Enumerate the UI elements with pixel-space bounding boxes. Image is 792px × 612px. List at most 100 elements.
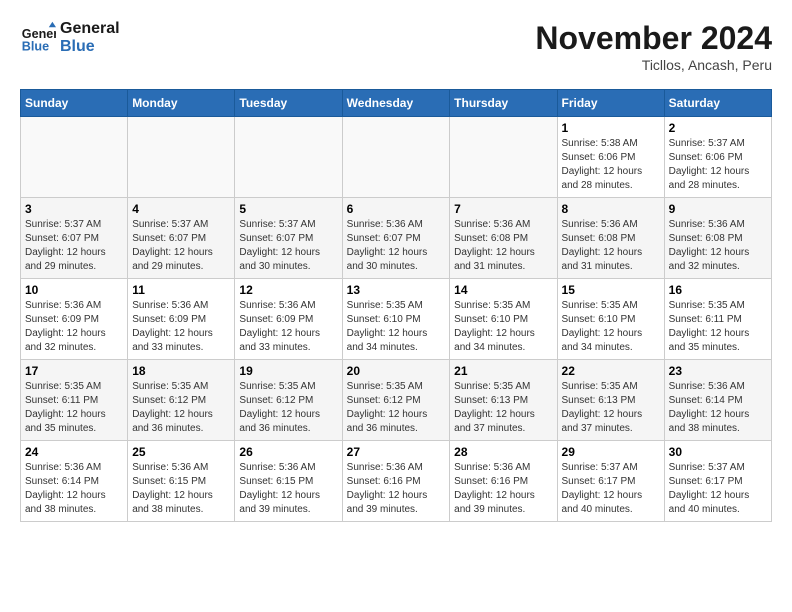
day-info: Sunrise: 5:36 AM Sunset: 6:09 PM Dayligh… (25, 299, 123, 355)
day-number: 21 (454, 364, 552, 378)
calendar-cell (235, 117, 342, 198)
day-info: Sunrise: 5:36 AM Sunset: 6:09 PM Dayligh… (239, 299, 337, 355)
day-number: 12 (239, 283, 337, 297)
day-info: Sunrise: 5:36 AM Sunset: 6:14 PM Dayligh… (25, 461, 123, 517)
day-info: Sunrise: 5:36 AM Sunset: 6:09 PM Dayligh… (132, 299, 230, 355)
weekday-header: Sunday (21, 90, 128, 117)
calendar-table: SundayMondayTuesdayWednesdayThursdayFrid… (20, 89, 772, 522)
day-number: 18 (132, 364, 230, 378)
calendar-cell: 28 Sunrise: 5:36 AM Sunset: 6:16 PM Dayli… (450, 441, 557, 522)
day-number: 15 (562, 283, 660, 297)
day-number: 1 (562, 121, 660, 135)
calendar-cell: 8 Sunrise: 5:36 AM Sunset: 6:08 PM Daylig… (557, 198, 664, 279)
day-info: Sunrise: 5:37 AM Sunset: 6:07 PM Dayligh… (239, 218, 337, 274)
day-number: 29 (562, 445, 660, 459)
calendar-cell: 9 Sunrise: 5:36 AM Sunset: 6:08 PM Daylig… (664, 198, 771, 279)
weekday-header: Wednesday (342, 90, 450, 117)
calendar-cell: 18 Sunrise: 5:35 AM Sunset: 6:12 PM Dayli… (128, 360, 235, 441)
location-subtitle: Ticllos, Ancash, Peru (535, 57, 772, 73)
day-number: 16 (669, 283, 767, 297)
day-number: 2 (669, 121, 767, 135)
day-number: 6 (347, 202, 446, 216)
calendar-cell: 25 Sunrise: 5:36 AM Sunset: 6:15 PM Dayli… (128, 441, 235, 522)
day-number: 23 (669, 364, 767, 378)
day-info: Sunrise: 5:36 AM Sunset: 6:08 PM Dayligh… (454, 218, 552, 274)
page-header: General Blue General Blue November 2024 … (20, 20, 772, 73)
calendar-cell: 2 Sunrise: 5:37 AM Sunset: 6:06 PM Daylig… (664, 117, 771, 198)
day-number: 24 (25, 445, 123, 459)
calendar-cell (21, 117, 128, 198)
day-number: 27 (347, 445, 446, 459)
calendar-cell: 24 Sunrise: 5:36 AM Sunset: 6:14 PM Dayli… (21, 441, 128, 522)
month-title: November 2024 (535, 20, 772, 57)
day-number: 25 (132, 445, 230, 459)
weekday-header-row: SundayMondayTuesdayWednesdayThursdayFrid… (21, 90, 772, 117)
day-info: Sunrise: 5:37 AM Sunset: 6:17 PM Dayligh… (669, 461, 767, 517)
calendar-cell: 5 Sunrise: 5:37 AM Sunset: 6:07 PM Daylig… (235, 198, 342, 279)
calendar-cell: 13 Sunrise: 5:35 AM Sunset: 6:10 PM Dayli… (342, 279, 450, 360)
day-info: Sunrise: 5:36 AM Sunset: 6:16 PM Dayligh… (347, 461, 446, 517)
calendar-week-row: 24 Sunrise: 5:36 AM Sunset: 6:14 PM Dayli… (21, 441, 772, 522)
day-number: 28 (454, 445, 552, 459)
calendar-cell: 6 Sunrise: 5:36 AM Sunset: 6:07 PM Daylig… (342, 198, 450, 279)
calendar-cell: 26Sunrise: 5:36 AM Sunset: 6:15 PM Dayli… (235, 441, 342, 522)
calendar-cell: 1Sunrise: 5:38 AM Sunset: 6:06 PM Daylig… (557, 117, 664, 198)
calendar-cell: 19 Sunrise: 5:35 AM Sunset: 6:12 PM Dayli… (235, 360, 342, 441)
calendar-week-row: 17Sunrise: 5:35 AM Sunset: 6:11 PM Dayli… (21, 360, 772, 441)
day-info: Sunrise: 5:37 AM Sunset: 6:07 PM Dayligh… (132, 218, 230, 274)
day-info: Sunrise: 5:35 AM Sunset: 6:13 PM Dayligh… (454, 380, 552, 436)
day-number: 3 (25, 202, 123, 216)
calendar-cell: 27 Sunrise: 5:36 AM Sunset: 6:16 PM Dayli… (342, 441, 450, 522)
day-info: Sunrise: 5:37 AM Sunset: 6:17 PM Dayligh… (562, 461, 660, 517)
calendar-cell: 17Sunrise: 5:35 AM Sunset: 6:11 PM Dayli… (21, 360, 128, 441)
day-info: Sunrise: 5:35 AM Sunset: 6:12 PM Dayligh… (132, 380, 230, 436)
day-number: 11 (132, 283, 230, 297)
day-number: 20 (347, 364, 446, 378)
day-info: Sunrise: 5:35 AM Sunset: 6:10 PM Dayligh… (562, 299, 660, 355)
logo-line2: Blue (60, 38, 120, 56)
day-info: Sunrise: 5:35 AM Sunset: 6:12 PM Dayligh… (239, 380, 337, 436)
svg-text:Blue: Blue (22, 40, 49, 54)
day-number: 13 (347, 283, 446, 297)
logo-line1: General (60, 20, 120, 38)
calendar-cell (128, 117, 235, 198)
day-info: Sunrise: 5:36 AM Sunset: 6:15 PM Dayligh… (132, 461, 230, 517)
calendar-cell: 7 Sunrise: 5:36 AM Sunset: 6:08 PM Daylig… (450, 198, 557, 279)
calendar-cell: 14 Sunrise: 5:35 AM Sunset: 6:10 PM Dayli… (450, 279, 557, 360)
calendar-week-row: 1Sunrise: 5:38 AM Sunset: 6:06 PM Daylig… (21, 117, 772, 198)
weekday-header: Saturday (664, 90, 771, 117)
calendar-cell: 4 Sunrise: 5:37 AM Sunset: 6:07 PM Daylig… (128, 198, 235, 279)
calendar-cell: 21 Sunrise: 5:35 AM Sunset: 6:13 PM Dayli… (450, 360, 557, 441)
calendar-cell (342, 117, 450, 198)
title-area: November 2024 Ticllos, Ancash, Peru (535, 20, 772, 73)
calendar-cell (450, 117, 557, 198)
logo-icon: General Blue (20, 20, 56, 56)
weekday-header: Friday (557, 90, 664, 117)
day-info: Sunrise: 5:36 AM Sunset: 6:16 PM Dayligh… (454, 461, 552, 517)
day-info: Sunrise: 5:36 AM Sunset: 6:07 PM Dayligh… (347, 218, 446, 274)
calendar-cell: 30Sunrise: 5:37 AM Sunset: 6:17 PM Dayli… (664, 441, 771, 522)
day-number: 19 (239, 364, 337, 378)
calendar-cell: 23Sunrise: 5:36 AM Sunset: 6:14 PM Dayli… (664, 360, 771, 441)
day-info: Sunrise: 5:35 AM Sunset: 6:13 PM Dayligh… (562, 380, 660, 436)
day-number: 14 (454, 283, 552, 297)
calendar-cell: 16 Sunrise: 5:35 AM Sunset: 6:11 PM Dayli… (664, 279, 771, 360)
day-number: 8 (562, 202, 660, 216)
day-number: 7 (454, 202, 552, 216)
day-info: Sunrise: 5:36 AM Sunset: 6:08 PM Dayligh… (562, 218, 660, 274)
day-number: 4 (132, 202, 230, 216)
day-info: Sunrise: 5:35 AM Sunset: 6:10 PM Dayligh… (347, 299, 446, 355)
day-info: Sunrise: 5:36 AM Sunset: 6:08 PM Dayligh… (669, 218, 767, 274)
day-info: Sunrise: 5:37 AM Sunset: 6:06 PM Dayligh… (669, 137, 767, 193)
calendar-cell: 15 Sunrise: 5:35 AM Sunset: 6:10 PM Dayli… (557, 279, 664, 360)
day-number: 5 (239, 202, 337, 216)
day-info: Sunrise: 5:35 AM Sunset: 6:10 PM Dayligh… (454, 299, 552, 355)
day-number: 9 (669, 202, 767, 216)
calendar-week-row: 10Sunrise: 5:36 AM Sunset: 6:09 PM Dayli… (21, 279, 772, 360)
weekday-header: Monday (128, 90, 235, 117)
calendar-cell: 3Sunrise: 5:37 AM Sunset: 6:07 PM Daylig… (21, 198, 128, 279)
day-info: Sunrise: 5:35 AM Sunset: 6:11 PM Dayligh… (669, 299, 767, 355)
calendar-cell: 12 Sunrise: 5:36 AM Sunset: 6:09 PM Dayli… (235, 279, 342, 360)
day-info: Sunrise: 5:35 AM Sunset: 6:12 PM Dayligh… (347, 380, 446, 436)
day-number: 22 (562, 364, 660, 378)
